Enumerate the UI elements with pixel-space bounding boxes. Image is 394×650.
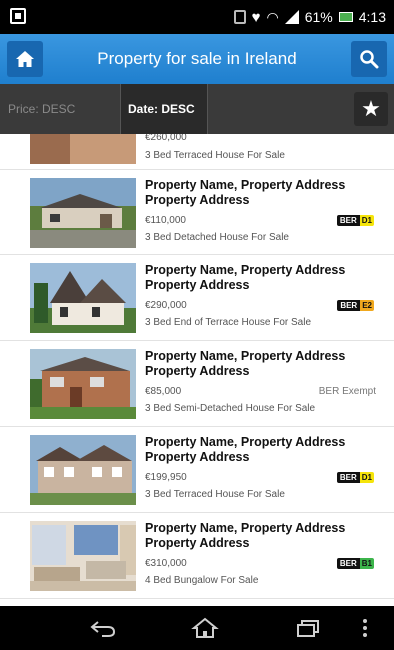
favorites-button[interactable]: ★ [354, 92, 388, 126]
property-thumbnail [30, 134, 136, 164]
sort-bar: Price: DESC Date: DESC ★ [0, 84, 394, 134]
ber-exempt-label: BER Exempt [318, 386, 376, 397]
listing-name: Property Name, Property Address Property… [145, 178, 346, 207]
price-sort-tab[interactable]: Price: DESC [0, 84, 120, 134]
property-thumbnail [30, 178, 136, 248]
list-item[interactable]: €260,000 3 Bed Terraced House For Sale [0, 134, 394, 170]
star-icon: ★ [361, 96, 381, 121]
property-thumbnail [30, 263, 136, 333]
listing-name: Property Name, Property Address Property… [145, 521, 346, 550]
list-item[interactable]: Property Name, Property Address Property… [0, 427, 394, 513]
back-icon[interactable] [88, 616, 118, 640]
listing-description: 4 Bed Bungalow For Sale [145, 575, 259, 586]
listing-price: €85,000 [145, 386, 182, 397]
ber-badge: BER D1 [336, 472, 374, 483]
property-thumbnail [30, 435, 136, 505]
recent-apps-icon[interactable] [292, 616, 322, 640]
app-bar: Property for sale in Ireland [0, 34, 394, 84]
date-sort-tab[interactable]: Date: DESC [120, 84, 208, 134]
search-icon [360, 50, 379, 69]
notification-icon [10, 8, 26, 24]
listing-description: 3 Bed Terraced House For Sale [145, 489, 285, 500]
listing-description: 3 Bed End of Terrace House For Sale [145, 317, 312, 328]
listing-description: 3 Bed Terraced House For Sale [145, 150, 285, 161]
ber-badge: BER D1 [336, 215, 374, 226]
status-bar: ♥ ◠ 61% 4:13 [0, 0, 394, 34]
listing-price: €110,000 [145, 215, 186, 226]
listing-description: 3 Bed Semi-Detached House For Sale [145, 403, 316, 414]
heart-icon: ♥ [251, 8, 261, 26]
ber-badge: BER B1 [336, 558, 374, 569]
home-button[interactable] [7, 41, 43, 77]
navigation-bar [0, 606, 394, 650]
signal-icon [284, 10, 299, 24]
property-list[interactable]: €260,000 3 Bed Terraced House For Sale P… [0, 134, 394, 606]
list-item[interactable]: Property Name, Property Address Property… [0, 513, 394, 599]
listing-name: Property Name, Property Address Property… [145, 349, 346, 378]
list-item[interactable]: Property Name, Property Address Property… [0, 170, 394, 255]
status-icons: ♥ ◠ 61% 4:13 [233, 7, 386, 27]
ber-badge: BER E2 [337, 300, 374, 311]
list-item[interactable]: Property Name, Property Address Property… [0, 255, 394, 341]
battery-percent: 61% [304, 9, 333, 25]
list-item[interactable]: Property Name, Property Address Property… [0, 341, 394, 427]
search-button[interactable] [351, 41, 387, 77]
property-thumbnail [30, 349, 136, 419]
listing-price: €310,000 [145, 558, 187, 569]
home-icon [16, 51, 34, 67]
listing-price: €199,950 [145, 472, 187, 483]
property-thumbnail [30, 521, 136, 591]
battery-icon [338, 12, 353, 22]
home-nav-icon[interactable] [190, 616, 220, 640]
wifi-icon: ◠ [266, 8, 279, 25]
menu-icon[interactable] [360, 616, 370, 640]
listing-name: Property Name, Property Address Property… [145, 435, 346, 464]
page-title: Property for sale in Ireland [97, 49, 297, 68]
clock: 4:13 [358, 9, 386, 25]
listing-description: 3 Bed Detached House For Sale [145, 232, 289, 243]
listing-price: €260,000 [145, 134, 187, 143]
listing-name: Property Name, Property Address Property… [145, 263, 346, 292]
listing-price: €290,000 [145, 300, 187, 311]
vibrate-icon [233, 10, 246, 24]
